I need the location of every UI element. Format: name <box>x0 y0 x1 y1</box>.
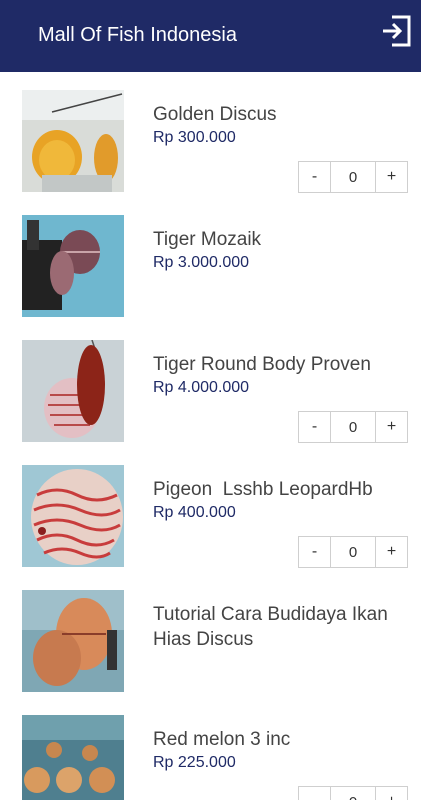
product-item[interactable]: Pigeon Lsshb LeopardHb Rp 400.000 - 0 + <box>0 447 421 572</box>
product-item[interactable]: Tiger Round Body Proven Rp 4.000.000 - 0… <box>0 322 421 447</box>
quantity-value: 0 <box>330 787 376 800</box>
app-bar: Mall Of Fish Indonesia <box>0 0 421 72</box>
product-image <box>22 340 124 442</box>
decrement-button[interactable]: - <box>299 787 330 800</box>
product-name: Red melon 3 inc <box>153 729 291 750</box>
app-title: Mall Of Fish Indonesia <box>38 24 237 46</box>
quantity-value: 0 <box>330 162 376 192</box>
product-list: Golden Discus Rp 300.000 - 0 + Tiger Moz… <box>0 72 421 800</box>
quantity-stepper: - 0 + <box>298 536 408 568</box>
decrement-button[interactable]: - <box>299 162 330 192</box>
quantity-stepper: - 0 + <box>298 411 408 443</box>
product-item[interactable]: Tiger Mozaik Rp 3.000.000 <box>0 197 421 322</box>
product-name: Tiger Round Body Proven <box>153 354 371 375</box>
product-name: Tutorial Cara Budidaya Ikan Hias Discus <box>153 604 388 650</box>
quantity-stepper: - 0 + <box>298 786 408 800</box>
product-price: Rp 400.000 <box>153 504 236 521</box>
decrement-button[interactable]: - <box>299 537 330 567</box>
increment-button[interactable]: + <box>376 412 407 442</box>
product-name: Tiger Mozaik <box>153 229 262 250</box>
product-item[interactable]: Golden Discus Rp 300.000 - 0 + <box>0 72 421 197</box>
product-image <box>22 590 124 692</box>
product-image <box>22 215 124 317</box>
product-price: Rp 3.000.000 <box>153 254 250 271</box>
product-image <box>22 90 124 192</box>
quantity-value: 0 <box>330 537 376 567</box>
increment-button[interactable]: + <box>376 537 407 567</box>
logout-icon <box>383 15 411 47</box>
product-image <box>22 465 124 567</box>
quantity-value: 0 <box>330 412 376 442</box>
product-item[interactable]: Tutorial Cara Budidaya Ikan Hias Discus <box>0 572 421 697</box>
logout-button[interactable] <box>379 12 413 50</box>
product-price: Rp 300.000 <box>153 129 236 146</box>
product-image <box>22 715 124 800</box>
increment-button[interactable]: + <box>376 162 407 192</box>
product-name: Golden Discus <box>153 104 277 125</box>
product-price: Rp 225.000 <box>153 754 236 771</box>
increment-button[interactable]: + <box>376 787 407 800</box>
product-name: Pigeon Lsshb LeopardHb <box>153 479 373 500</box>
product-price: Rp 4.000.000 <box>153 379 250 396</box>
quantity-stepper: - 0 + <box>298 161 408 193</box>
product-item[interactable]: Red melon 3 inc Rp 225.000 - 0 + <box>0 697 421 800</box>
decrement-button[interactable]: - <box>299 412 330 442</box>
